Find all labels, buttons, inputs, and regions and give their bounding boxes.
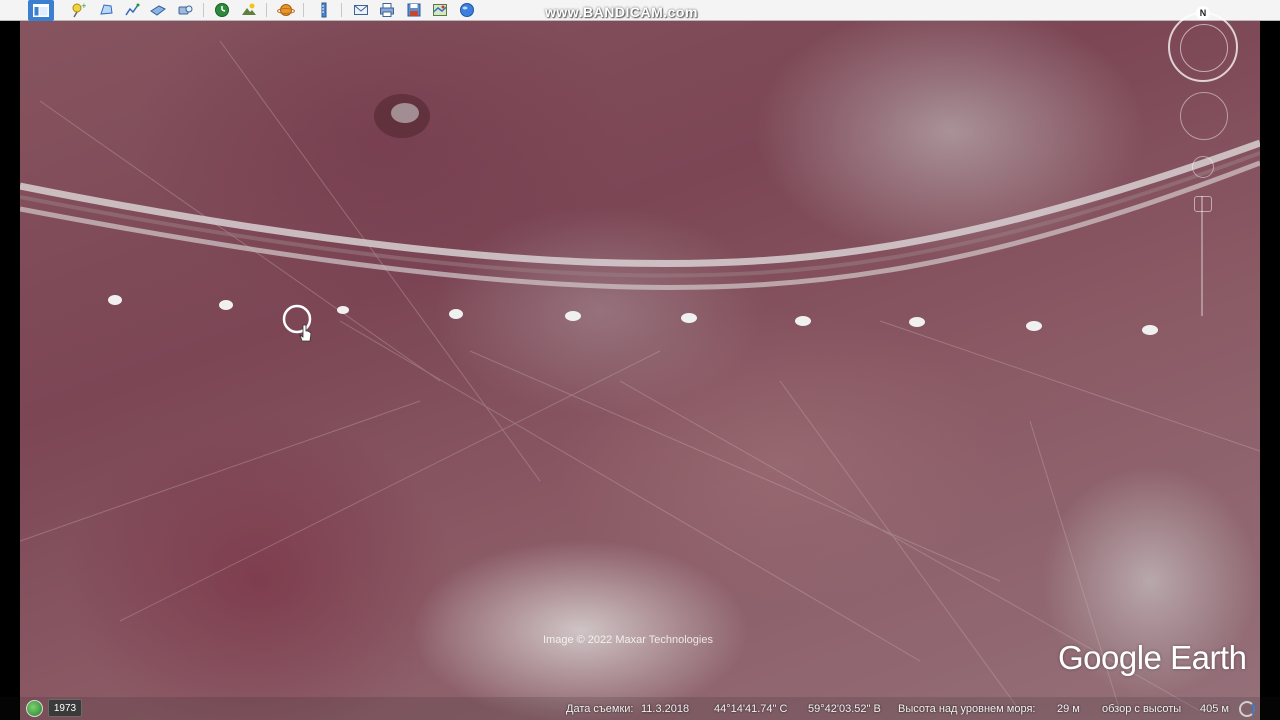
latitude-readout: 44°14'41.74" С xyxy=(714,703,788,715)
print-icon xyxy=(380,3,394,17)
compass-ring[interactable] xyxy=(1168,12,1238,82)
map-view[interactable]: Image © 2022 Maxar Technologies Google E… xyxy=(20,21,1260,720)
mound-row xyxy=(108,295,1158,335)
mound xyxy=(1026,321,1042,331)
historical-imagery-button[interactable] xyxy=(212,1,232,19)
compass-north-indicator[interactable]: N xyxy=(1196,6,1210,20)
image-overlay-icon xyxy=(150,5,166,16)
pushpin-icon: + xyxy=(72,2,86,18)
record-tour-button[interactable] xyxy=(175,1,195,19)
sidebar-toggle-button[interactable] xyxy=(28,0,54,21)
svg-text:+: + xyxy=(81,2,86,10)
view-in-maps-button[interactable] xyxy=(430,1,450,19)
imagery-credit: Image © 2022 Maxar Technologies xyxy=(543,634,713,646)
zoom-slider[interactable] xyxy=(1201,196,1203,316)
mound xyxy=(681,313,697,323)
recorder-watermark: www.BANDICAM.com xyxy=(545,4,698,20)
add-image-overlay-button[interactable] xyxy=(148,1,168,19)
mound xyxy=(565,311,581,321)
hand-cursor-icon xyxy=(299,324,312,342)
email-icon xyxy=(354,5,368,15)
terrain-features xyxy=(20,40,1260,712)
eye-altitude-label: обзор с высоты xyxy=(1102,703,1182,715)
mound xyxy=(219,300,233,310)
eye-altitude-value: 405 м xyxy=(1200,703,1229,715)
mound xyxy=(337,306,349,314)
sky-button[interactable] xyxy=(457,1,477,19)
imagery-date: 11.3.2018 xyxy=(641,703,690,715)
record-tour-icon xyxy=(178,5,193,15)
google-earth-logo: Google Earth xyxy=(1058,639,1247,676)
dirt-road xyxy=(20,139,1260,268)
imagery-date-label: Дата съемки: xyxy=(566,703,634,715)
add-polygon-button[interactable] xyxy=(97,1,117,19)
save-image-button[interactable] xyxy=(404,1,424,19)
save-image-icon xyxy=(407,3,421,17)
mound xyxy=(1142,325,1158,335)
planet-switch-button[interactable] xyxy=(276,1,296,19)
ruler-button[interactable] xyxy=(314,1,334,19)
mound xyxy=(909,317,925,327)
email-button[interactable] xyxy=(351,1,371,19)
vehicle-tracks xyxy=(20,40,1260,712)
sunlight-button[interactable] xyxy=(239,1,259,19)
print-button[interactable] xyxy=(377,1,397,19)
status-bar xyxy=(0,697,1280,720)
zoom-slider-handle[interactable] xyxy=(1194,196,1212,212)
sky-icon xyxy=(460,3,474,17)
sunlight-icon xyxy=(242,3,256,15)
toolbar-divider xyxy=(303,3,304,17)
add-path-button[interactable] xyxy=(122,1,142,19)
maps-icon xyxy=(433,4,447,16)
toolbar-divider xyxy=(203,3,204,17)
sidebar-icon xyxy=(33,4,49,17)
mound xyxy=(795,316,811,326)
historical-globe-icon[interactable] xyxy=(26,700,43,717)
toolbar: + www.BANDICAM.com xyxy=(0,0,1280,21)
elevation-label: Высота над уровнем моря: xyxy=(898,703,1036,715)
look-joystick[interactable] xyxy=(1180,92,1228,140)
longitude-readout: 59°42'03.52" В xyxy=(808,703,881,715)
toolbar-divider xyxy=(341,3,342,17)
historical-year-badge[interactable]: 1973 xyxy=(48,699,82,717)
mound xyxy=(449,309,463,319)
polygon-icon xyxy=(100,4,113,15)
ruler-icon xyxy=(321,2,327,18)
streaming-progress-icon xyxy=(1239,701,1255,717)
planet-icon xyxy=(277,4,295,16)
street-view-pegman-icon[interactable] xyxy=(1192,156,1214,178)
add-placemark-button[interactable]: + xyxy=(68,1,88,19)
clock-icon xyxy=(215,3,229,17)
toolbar-divider xyxy=(266,3,267,17)
mound xyxy=(108,295,122,305)
path-icon xyxy=(125,3,140,16)
elevation-value: 29 м xyxy=(1057,703,1080,715)
